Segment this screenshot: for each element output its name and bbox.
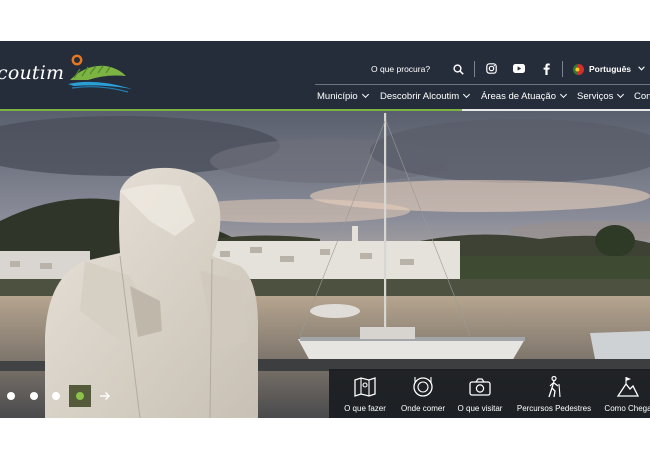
nav-item-label: Município (317, 91, 358, 102)
hiker-icon (548, 375, 561, 398)
slider-dot-1[interactable] (7, 392, 15, 400)
camera-icon (469, 378, 491, 396)
chevron-down-icon (361, 90, 369, 99)
logo-icon[interactable] (66, 54, 136, 96)
instagram-icon[interactable] (486, 63, 497, 74)
main-nav: Município Descobrir Alcoutim Áreas de At… (0, 90, 650, 105)
quick-link-como-chegar[interactable]: Como Chega (599, 369, 650, 418)
map-icon (354, 377, 376, 397)
chevron-down-icon (559, 90, 568, 99)
portugal-flag-icon[interactable] (573, 64, 584, 75)
slider-dot-4-active[interactable] (76, 392, 84, 400)
search-icon[interactable] (453, 64, 464, 75)
quick-link-o-que-fazer[interactable]: O que fazer (335, 369, 395, 418)
nav-item-label: Áreas de Atuação (481, 91, 556, 102)
page: coutim O que procura? Português Municípi… (0, 0, 650, 464)
chevron-down-icon (617, 90, 625, 99)
nav-item-contactos[interactable]: Con (634, 91, 650, 102)
quick-links-bar: O que fazer Onde comer O que visitar Per… (329, 369, 650, 418)
quick-link-label: Percursos Pedestres (516, 404, 592, 413)
quick-link-label: Onde comer (400, 404, 446, 413)
slider-dot-2[interactable] (30, 392, 38, 400)
header-separator (315, 84, 650, 85)
nav-item-descobrir-alcoutim[interactable]: Descobrir Alcoutim (380, 90, 471, 102)
nav-item-label: Con (634, 91, 650, 102)
divider (562, 61, 563, 77)
facebook-icon[interactable] (543, 63, 550, 75)
nav-item-servicos[interactable]: Serviços (577, 90, 625, 102)
nav-item-areas-de-atuacao[interactable]: Áreas de Atuação (481, 90, 568, 102)
dish-icon (413, 377, 433, 397)
search-label[interactable]: O que procura? (371, 64, 430, 74)
quick-link-o-que-visitar[interactable]: O que visitar (451, 369, 509, 418)
language-selector[interactable]: Português (589, 64, 631, 74)
nav-item-municipio[interactable]: Município (317, 90, 369, 102)
nav-item-label: Serviços (577, 91, 614, 102)
youtube-icon[interactable] (513, 64, 525, 73)
nav-item-label: Descobrir Alcoutim (380, 91, 460, 102)
divider (474, 61, 475, 77)
mountain-flag-icon (616, 377, 640, 397)
quick-link-onde-comer[interactable]: Onde comer (395, 369, 451, 418)
logo-text[interactable]: coutim (0, 62, 64, 84)
arrow-right-icon[interactable] (98, 389, 112, 403)
chevron-down-icon (463, 90, 471, 99)
quick-link-label: O que fazer (344, 404, 386, 413)
chevron-down-icon[interactable] (638, 66, 645, 71)
slider-dot-3[interactable] (52, 392, 60, 400)
quick-link-percursos-pedestres[interactable]: Percursos Pedestres (511, 369, 597, 418)
quick-link-label: Como Chega (604, 404, 650, 413)
quick-link-label: O que visitar (457, 404, 503, 413)
